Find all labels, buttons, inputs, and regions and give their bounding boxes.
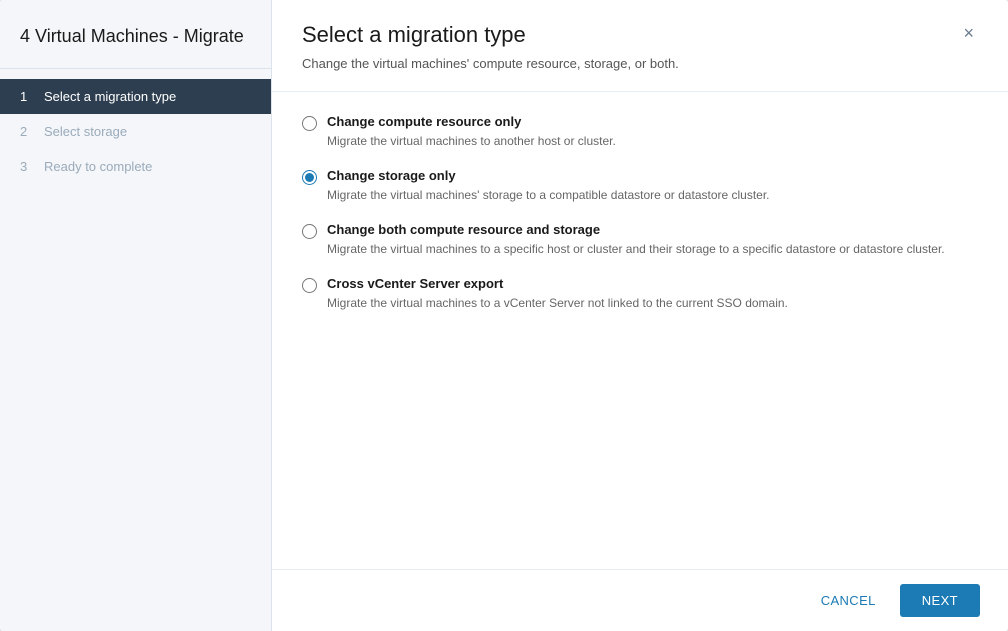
- option-label-opt3: Change both compute resource and storage: [327, 222, 945, 237]
- option-content-opt4: Cross vCenter Server export Migrate the …: [327, 276, 788, 312]
- migrate-dialog: 4 Virtual Machines - Migrate 1 Select a …: [0, 0, 1008, 631]
- sidebar: 4 Virtual Machines - Migrate 1 Select a …: [0, 0, 272, 631]
- cancel-button[interactable]: CANCEL: [809, 585, 888, 616]
- step-number: 1: [20, 89, 34, 104]
- page-title: Select a migration type: [302, 22, 526, 48]
- option-content-opt1: Change compute resource only Migrate the…: [327, 114, 616, 150]
- radio-opt4[interactable]: [302, 278, 317, 293]
- migration-option-opt2[interactable]: Change storage only Migrate the virtual …: [302, 168, 978, 204]
- migration-option-opt1[interactable]: Change compute resource only Migrate the…: [302, 114, 978, 150]
- option-label-opt2: Change storage only: [327, 168, 770, 183]
- radio-opt3[interactable]: [302, 224, 317, 239]
- option-label-opt4: Cross vCenter Server export: [327, 276, 788, 291]
- option-desc-opt4: Migrate the virtual machines to a vCente…: [327, 294, 788, 312]
- migration-option-opt4[interactable]: Cross vCenter Server export Migrate the …: [302, 276, 978, 312]
- option-desc-opt2: Migrate the virtual machines' storage to…: [327, 186, 770, 204]
- step-label: Ready to complete: [44, 159, 152, 174]
- step-number: 3: [20, 159, 34, 174]
- close-button[interactable]: ×: [959, 24, 978, 42]
- radio-opt2[interactable]: [302, 170, 317, 185]
- step-number: 2: [20, 124, 34, 139]
- main-subtitle: Change the virtual machines' compute res…: [272, 48, 1008, 92]
- main-panel: Select a migration type × Change the vir…: [272, 0, 1008, 631]
- sidebar-step-3: 3 Ready to complete: [0, 149, 271, 184]
- migration-option-opt3[interactable]: Change both compute resource and storage…: [302, 222, 978, 258]
- radio-opt1[interactable]: [302, 116, 317, 131]
- main-header: Select a migration type ×: [272, 0, 1008, 48]
- sidebar-steps: 1 Select a migration type2 Select storag…: [0, 69, 271, 194]
- main-footer: CANCEL NEXT: [272, 569, 1008, 631]
- sidebar-step-2: 2 Select storage: [0, 114, 271, 149]
- sidebar-step-1[interactable]: 1 Select a migration type: [0, 79, 271, 114]
- main-body: Change compute resource only Migrate the…: [272, 92, 1008, 569]
- option-desc-opt1: Migrate the virtual machines to another …: [327, 132, 616, 150]
- sidebar-title: 4 Virtual Machines - Migrate: [0, 0, 271, 69]
- next-button[interactable]: NEXT: [900, 584, 980, 617]
- step-label: Select storage: [44, 124, 127, 139]
- option-content-opt3: Change both compute resource and storage…: [327, 222, 945, 258]
- step-label: Select a migration type: [44, 89, 176, 104]
- option-desc-opt3: Migrate the virtual machines to a specif…: [327, 240, 945, 258]
- option-label-opt1: Change compute resource only: [327, 114, 616, 129]
- option-content-opt2: Change storage only Migrate the virtual …: [327, 168, 770, 204]
